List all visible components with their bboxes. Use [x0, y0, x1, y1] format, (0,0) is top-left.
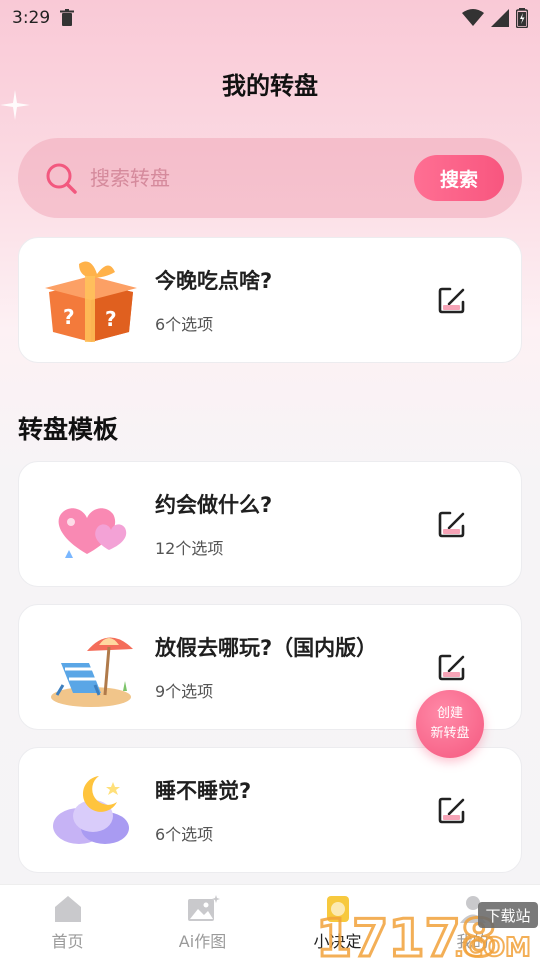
hearts-balloon-icon	[58, 508, 127, 558]
watermark-logo: 17178 .COM 下载站	[316, 902, 538, 960]
search-icon	[46, 163, 77, 194]
svg-text:.COM: .COM	[454, 933, 531, 960]
template-card[interactable]: 睡不睡觉? 6个选项	[18, 747, 522, 873]
fab-label-line2: 新转盘	[430, 726, 470, 741]
trash-icon	[60, 9, 75, 26]
wheel-card-info: 约会做什么? 12个选项	[151, 489, 435, 559]
nav-item-home[interactable]: 首页	[0, 885, 135, 960]
search-button[interactable]: 搜索	[414, 155, 504, 201]
svg-text:?: ?	[63, 305, 75, 329]
status-bar: 3:29	[0, 0, 540, 36]
fab-label-line1: 创建	[436, 706, 463, 721]
wheel-card-info: 睡不睡觉? 6个选项	[151, 775, 435, 845]
status-time: 3:29	[12, 8, 51, 28]
wheel-title: 放假去哪玩?（国内版）	[155, 636, 378, 660]
home-icon	[54, 895, 81, 922]
wheel-title: 约会做什么?	[155, 493, 273, 517]
status-icons	[462, 8, 528, 28]
edit-icon[interactable]	[435, 283, 469, 317]
battery-icon	[516, 8, 528, 28]
svg-text:下载站: 下载站	[485, 907, 530, 925]
wheel-card-info: 今晚吃点啥? 6个选项	[151, 265, 435, 335]
wheel-option-count: 12个选项	[155, 539, 224, 558]
svg-text:?: ?	[105, 307, 117, 331]
wheel-title: 睡不睡觉?	[155, 779, 252, 803]
search-input[interactable]	[90, 166, 414, 190]
wheel-card-info: 放假去哪玩?（国内版） 9个选项	[151, 632, 435, 702]
create-wheel-button[interactable]: 创建 新转盘	[416, 690, 484, 758]
section-heading-templates: 转盘模板	[18, 415, 119, 444]
wheel-option-count: 9个选项	[155, 682, 214, 701]
template-card[interactable]: 约会做什么? 12个选项	[18, 461, 522, 587]
nav-label: Ai作图	[178, 931, 227, 951]
edit-icon[interactable]	[435, 507, 469, 541]
wifi-icon	[462, 9, 484, 26]
edit-icon[interactable]	[435, 793, 469, 827]
beach-chair-icon	[51, 637, 133, 707]
page-title: 我的转盘	[222, 72, 318, 100]
mystery-box-icon: ? ?	[45, 261, 137, 342]
wheel-option-count: 6个选项	[155, 825, 214, 844]
nav-label: 首页	[51, 931, 84, 951]
signal-icon	[491, 9, 509, 27]
search-bar: 搜索	[18, 138, 522, 218]
image-icon	[187, 894, 220, 921]
wheel-card-my[interactable]: ? ? 今晚吃点啥? 6个选项	[18, 237, 522, 363]
edit-icon[interactable]	[435, 650, 469, 684]
moon-cloud-icon	[53, 776, 129, 844]
wheel-option-count: 6个选项	[155, 315, 214, 334]
nav-item-ai-draw[interactable]: Ai作图	[135, 885, 270, 960]
wheel-title: 今晚吃点啥?	[155, 269, 273, 293]
